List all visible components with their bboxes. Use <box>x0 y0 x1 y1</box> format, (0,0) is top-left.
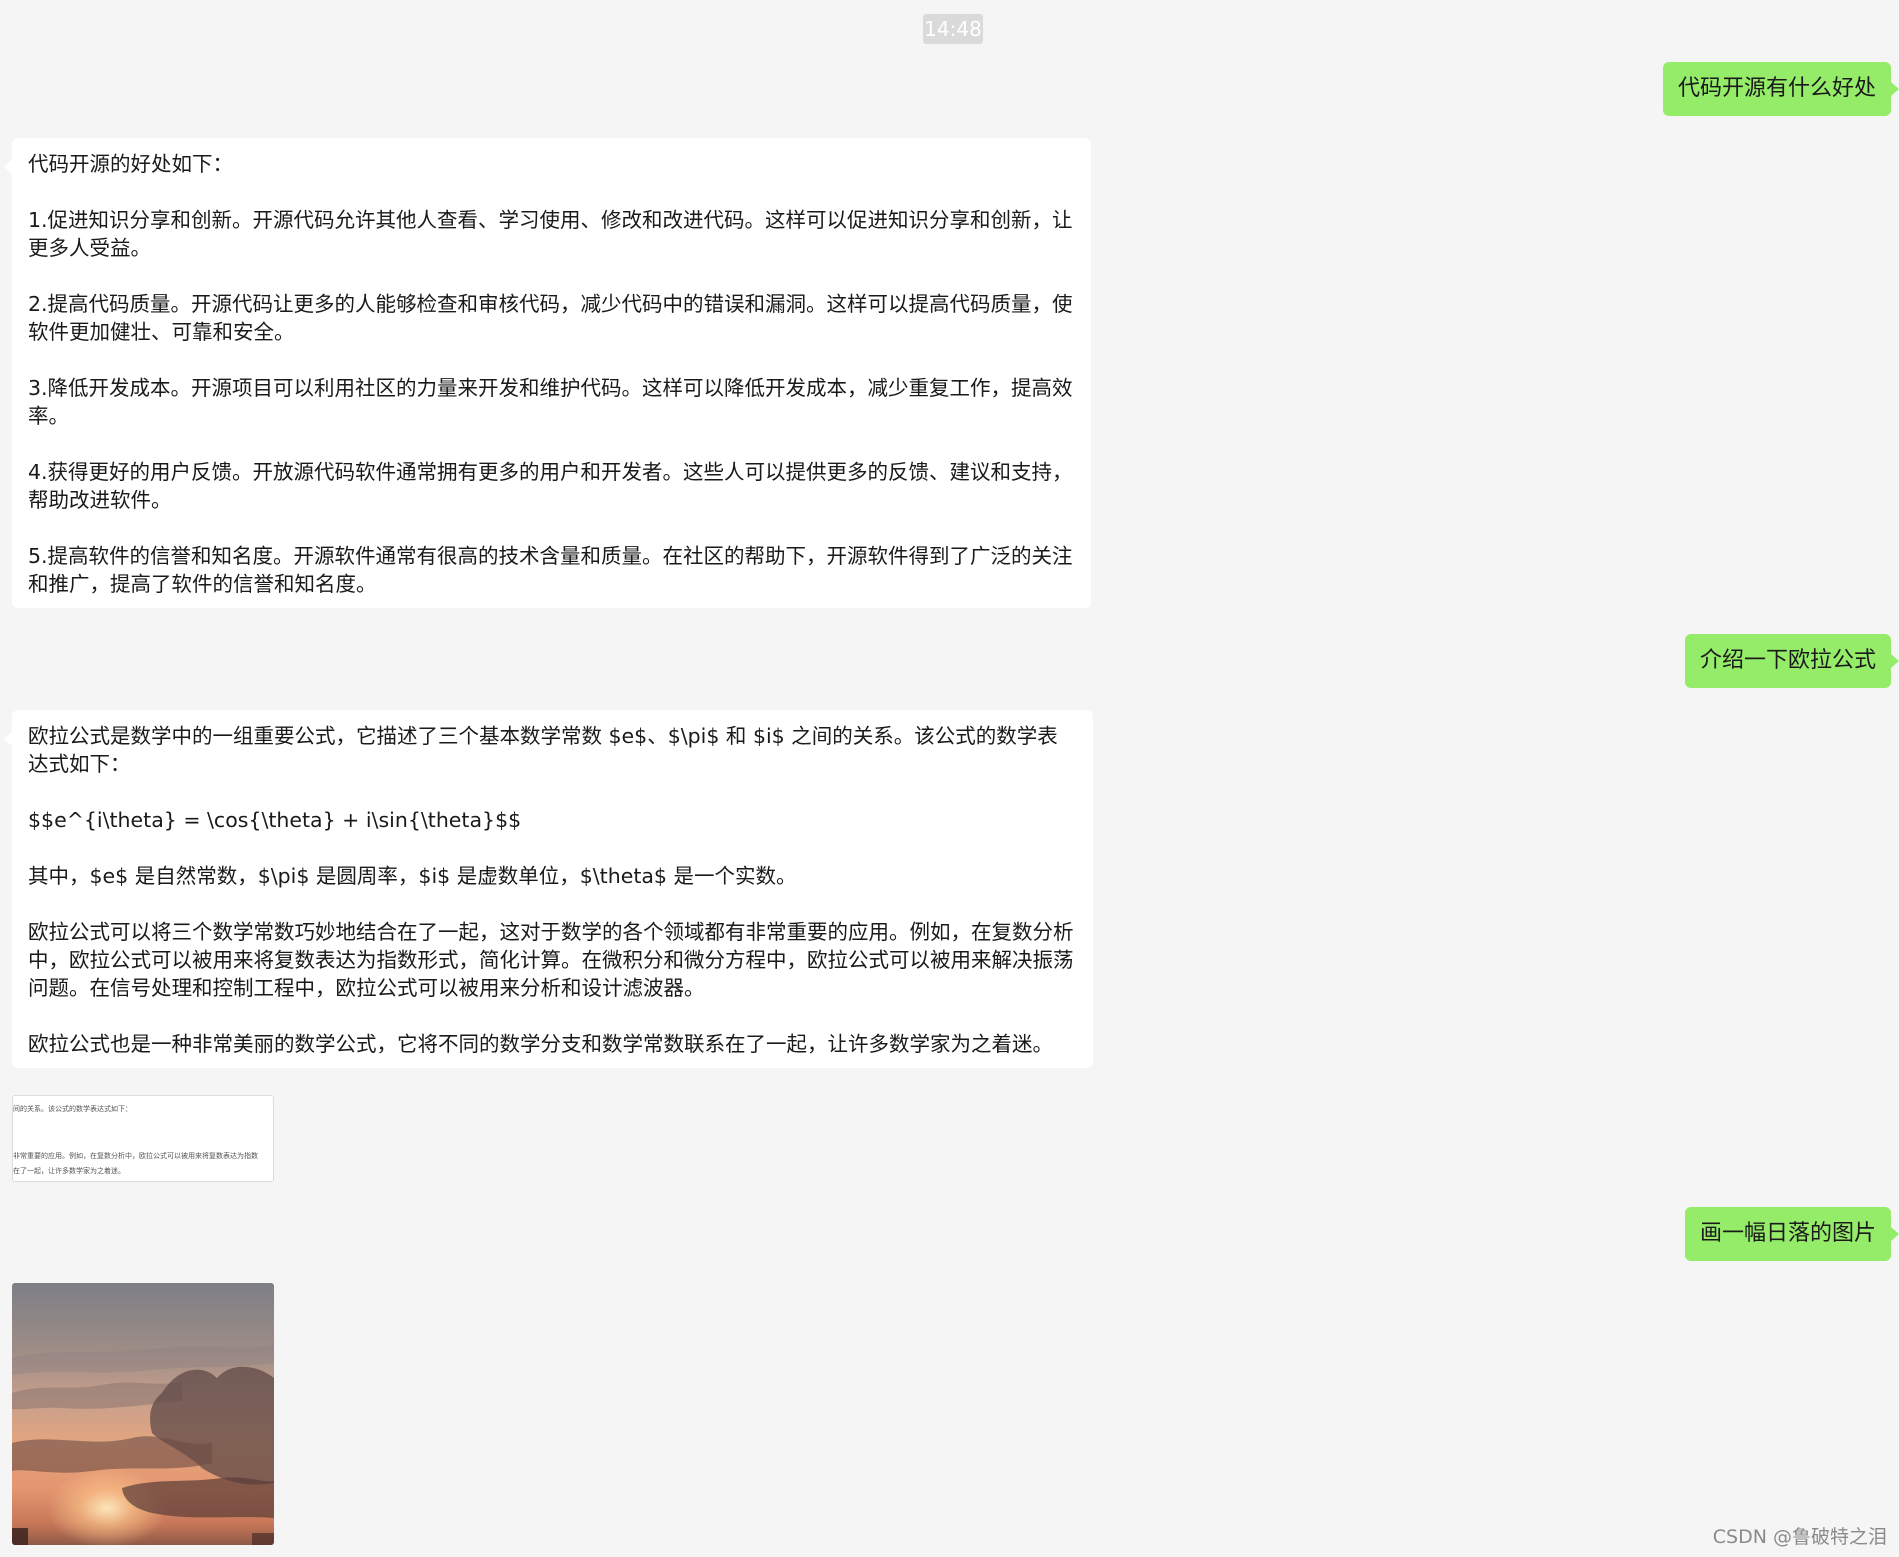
user-message-3[interactable]: 画一幅日落的图片 <box>1684 1207 1899 1261</box>
bot-message-2-line: 欧拉公式是数学中的一组重要公式，它描述了三个基本数学常数 $e$、$\pi$ 和… <box>28 724 1058 776</box>
screenshot-thumbnail[interactable]: 间的关系。该公式的数学表达式如下： 非常重要的应用。例如，在复数分析中，欧拉公式… <box>12 1095 274 1182</box>
thumbnail-text: 非常重要的应用。例如，在复数分析中，欧拉公式可以被用来将复数表达为指数 <box>13 1152 258 1160</box>
bot-message-1-line: 4.获得更好的用户反馈。开放源代码软件通常拥有更多的用户和开发者。这些人可以提供… <box>28 460 1073 512</box>
bot-message-1[interactable]: 代码开源的好处如下： 1.促进知识分享和创新。开源代码允许其他人查看、学习使用、… <box>4 138 1091 608</box>
bot-message-1-line: 1.促进知识分享和创新。开源代码允许其他人查看、学习使用、修改和改进代码。这样可… <box>28 208 1073 260</box>
bot-message-1-line: 2.提高代码质量。开源代码让更多的人能够检查和审核代码，减少代码中的错误和漏洞。… <box>28 292 1073 344</box>
watermark: CSDN @鲁破特之泪 <box>1712 1526 1887 1548</box>
thumbnail-text: 间的关系。该公式的数学表达式如下： <box>13 1105 132 1113</box>
bot-message-2-line: 其中，$e$ 是自然常数，$\pi$ 是圆周率，$i$ 是虚数单位，$\thet… <box>28 864 797 888</box>
thumbnail-text: 在了一起，让许多数学家为之着迷。 <box>13 1167 125 1175</box>
bot-message-2-line: $$e^{i\theta} = \cos{\theta} + i\sin{\th… <box>28 808 522 832</box>
user-message-2[interactable]: 介绍一下欧拉公式 <box>1684 634 1899 688</box>
bot-message-2-line: 欧拉公式可以将三个数学常数巧妙地结合在了一起，这对于数学的各个领域都有非常重要的… <box>28 920 1074 1000</box>
user-message-1[interactable]: 代码开源有什么好处 <box>1662 62 1899 116</box>
bot-message-2[interactable]: 欧拉公式是数学中的一组重要公式，它描述了三个基本数学常数 $e$、$\pi$ 和… <box>4 710 1093 1068</box>
sunset-clouds-icon <box>12 1345 274 1545</box>
bot-message-2-line: 欧拉公式也是一种非常美丽的数学公式，它将不同的数学分支和数学常数联系在了一起，让… <box>28 1032 1053 1056</box>
sunset-image[interactable] <box>12 1283 274 1545</box>
timestamp: 14:48 <box>923 14 983 44</box>
bot-message-1-line: 3.降低开发成本。开源项目可以利用社区的力量来开发和维护代码。这样可以降低开发成… <box>28 376 1073 428</box>
bot-message-1-line: 代码开源的好处如下： <box>28 152 233 176</box>
bot-message-1-line: 5.提高软件的信誉和知名度。开源软件通常有很高的技术含量和质量。在社区的帮助下，… <box>28 544 1073 596</box>
